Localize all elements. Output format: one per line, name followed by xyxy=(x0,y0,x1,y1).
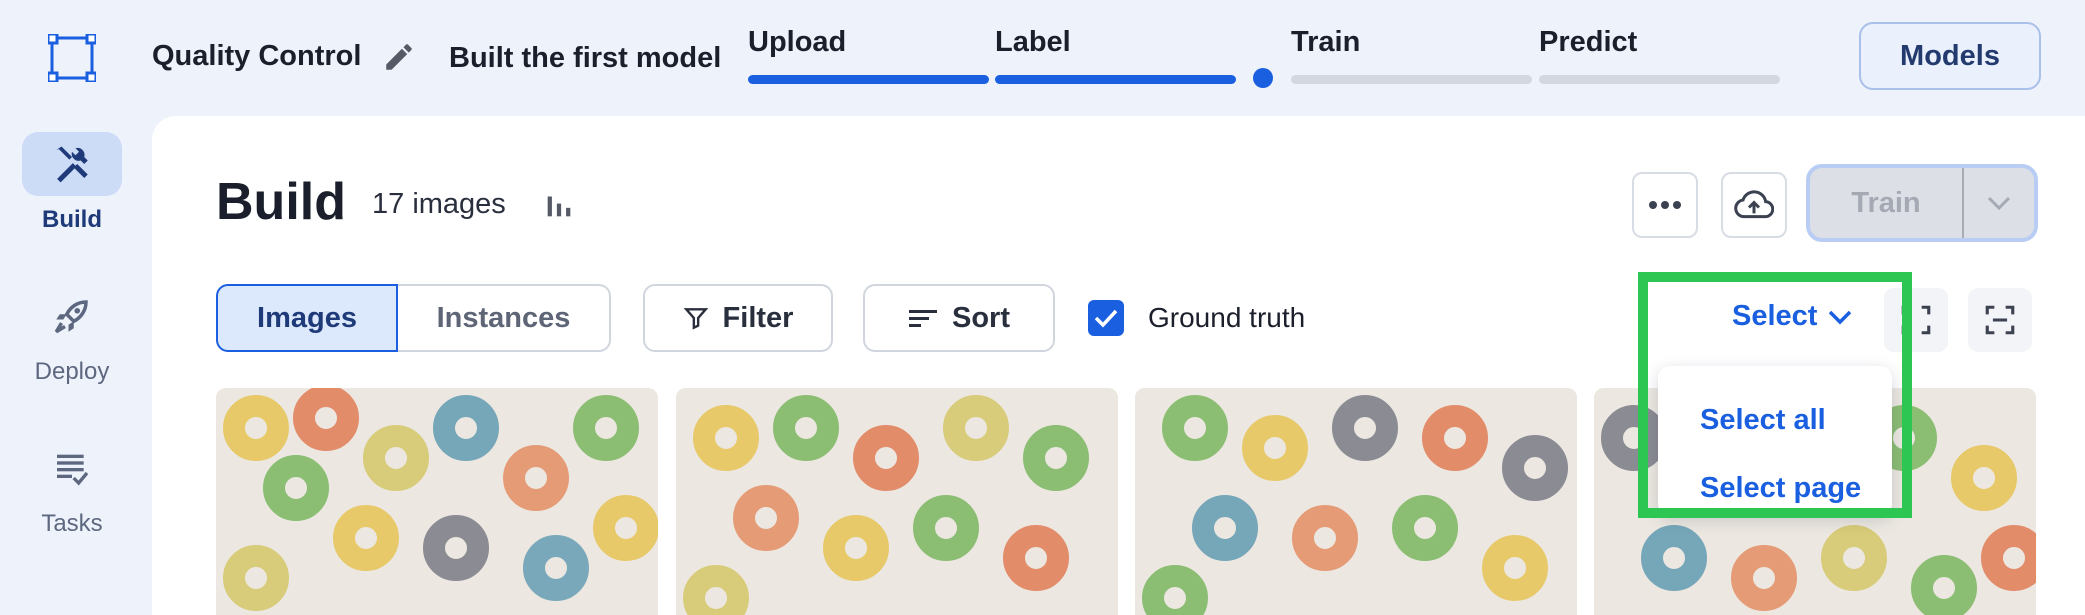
step-progress-bar xyxy=(995,75,1236,84)
filter-icon xyxy=(683,308,708,330)
image-thumbnail[interactable] xyxy=(676,388,1118,615)
checkmark-icon xyxy=(1094,309,1118,328)
instances-tab[interactable]: Instances xyxy=(398,284,611,352)
step-progress-bar xyxy=(1539,75,1780,84)
upload-button[interactable] xyxy=(1721,172,1787,238)
image-thumbnail[interactable] xyxy=(1135,388,1577,615)
sidebar-item-build[interactable]: Build xyxy=(20,132,124,234)
select-dropdown-menu: Select all Select page xyxy=(1658,366,1892,516)
focus-frame-icon xyxy=(1901,305,1931,335)
models-button[interactable]: Models xyxy=(1859,22,2041,90)
train-button[interactable]: Train xyxy=(1810,168,1964,238)
view-toggle: Images Instances xyxy=(216,284,611,352)
rocket-icon xyxy=(54,300,88,334)
nav-icon-container xyxy=(22,284,122,348)
app-logo-icon[interactable] xyxy=(48,34,96,82)
pencil-edit-icon[interactable] xyxy=(382,40,416,74)
cereal-image-2 xyxy=(676,388,1118,615)
train-button-group: Train xyxy=(1806,164,2038,242)
ground-truth-checkbox[interactable] xyxy=(1088,300,1124,336)
tasks-icon xyxy=(57,454,89,486)
model-name: Built the first model xyxy=(449,42,722,74)
step-label: Upload xyxy=(748,26,847,58)
more-options-button[interactable] xyxy=(1632,172,1698,238)
build-tools-icon xyxy=(56,146,88,183)
step-train[interactable]: Train xyxy=(1291,26,1532,84)
images-tab[interactable]: Images xyxy=(216,284,398,352)
sort-button[interactable]: Sort xyxy=(863,284,1055,352)
step-label: Train xyxy=(1291,26,1361,58)
sidebar-item-label: Build xyxy=(42,206,102,233)
sidebar-item-label: Deploy xyxy=(34,358,110,385)
project-name: Quality Control xyxy=(152,40,362,72)
filter-button[interactable]: Filter xyxy=(643,284,833,352)
cloud-upload-icon xyxy=(1734,190,1774,219)
step-label: Predict xyxy=(1539,26,1638,58)
build-panel: Build 17 images Train Images Instances F xyxy=(152,116,2085,615)
chevron-down-icon xyxy=(1987,196,2011,211)
step-label: Label xyxy=(995,26,1071,58)
step-predict[interactable]: Predict xyxy=(1539,26,1780,84)
filter-label: Filter xyxy=(722,301,794,334)
page-title: Build xyxy=(216,173,346,231)
ground-truth-label: Ground truth xyxy=(1148,302,1306,333)
sidebar-item-label: Tasks xyxy=(41,510,103,537)
select-label: Select xyxy=(1732,300,1818,332)
ellipsis-icon xyxy=(1649,201,1681,209)
top-bar: Quality Control Built the first model Up… xyxy=(0,0,2085,116)
step-progress-bar xyxy=(748,75,989,84)
step-label-step[interactable]: Label xyxy=(995,26,1236,84)
select-all-option[interactable]: Select all xyxy=(1700,404,1826,437)
nav-icon-container xyxy=(22,132,122,196)
step-progress-bar xyxy=(1291,75,1532,84)
sort-label: Sort xyxy=(952,301,1010,334)
image-count: 17 images xyxy=(372,188,506,220)
bar-chart-icon[interactable] xyxy=(542,188,576,222)
chevron-down-icon xyxy=(1829,310,1852,324)
current-step-indicator xyxy=(1253,68,1273,88)
select-page-option[interactable]: Select page xyxy=(1700,472,1861,505)
sort-icon xyxy=(909,310,937,327)
train-options-dropdown[interactable] xyxy=(1964,168,2034,238)
sidebar-item-tasks[interactable]: Tasks xyxy=(20,436,124,538)
select-dropdown-button[interactable]: Select xyxy=(1732,300,1853,333)
fit-to-frame-button[interactable] xyxy=(1884,288,1948,352)
sidebar-item-deploy[interactable]: Deploy xyxy=(20,284,124,386)
image-thumbnail[interactable] xyxy=(216,388,658,615)
scan-frame-button[interactable] xyxy=(1968,288,2032,352)
cereal-image-3 xyxy=(1135,388,1577,615)
cereal-image-1 xyxy=(216,388,658,615)
step-upload[interactable]: Upload xyxy=(748,26,989,84)
nav-icon-container xyxy=(22,436,122,500)
scan-frame-icon xyxy=(1985,305,2015,335)
